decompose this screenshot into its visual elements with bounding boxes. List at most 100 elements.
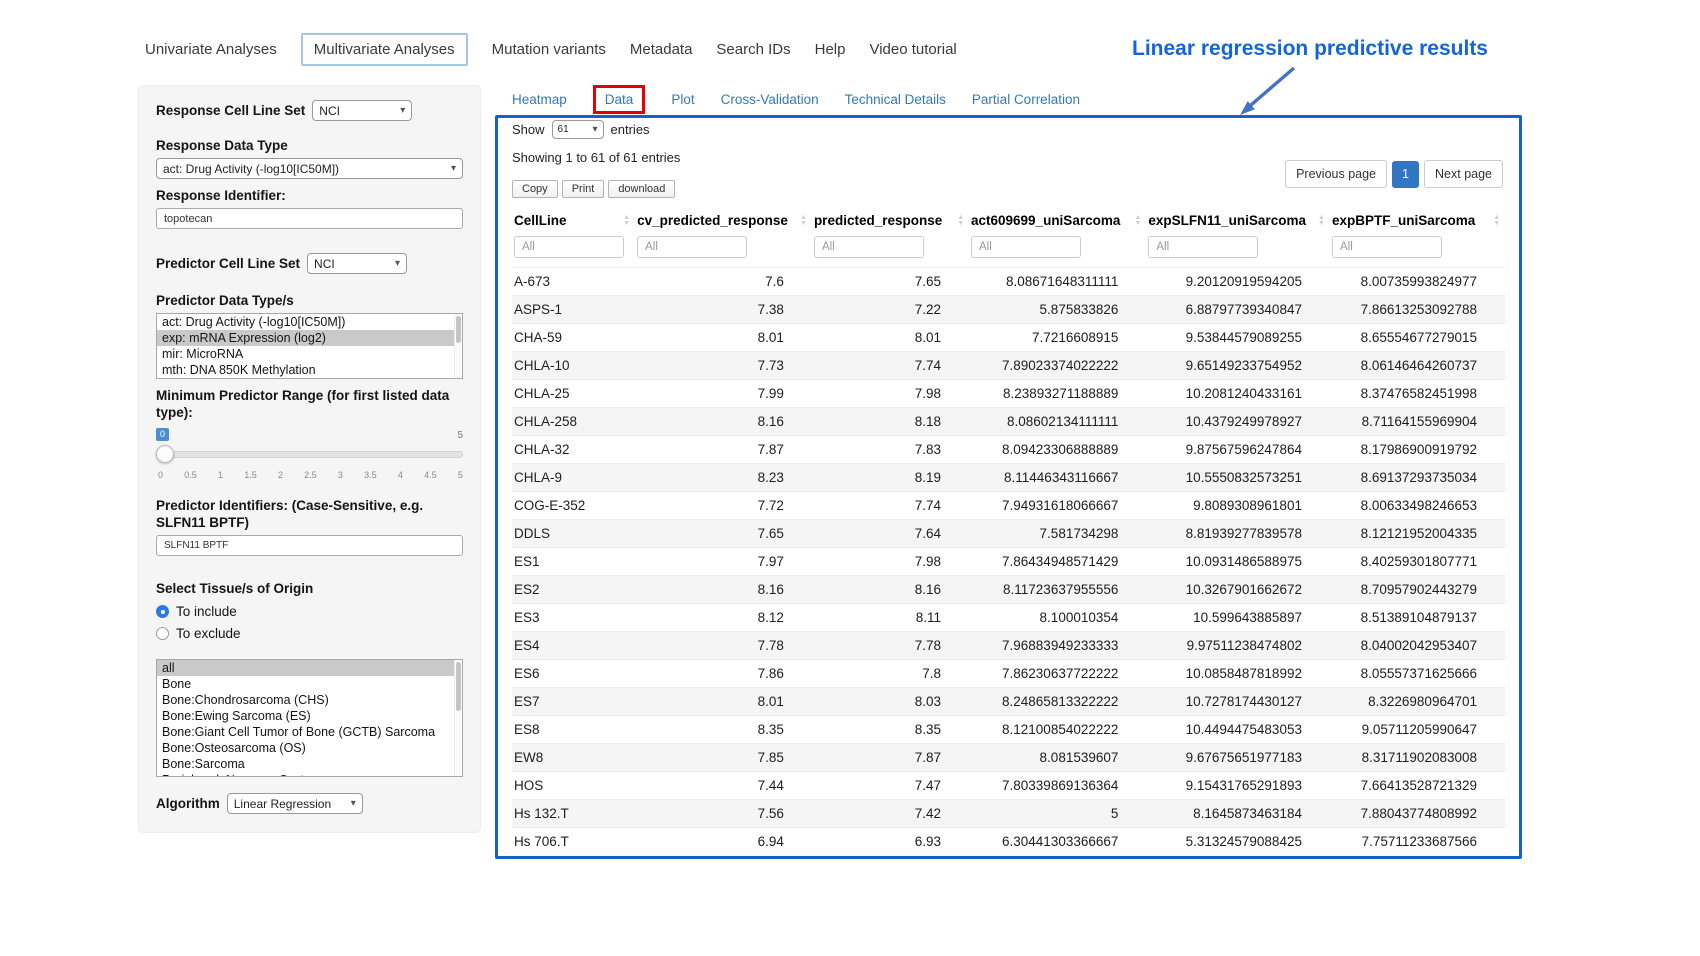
scrollbar[interactable] (454, 660, 462, 776)
top-navigation: Univariate Analyses Multivariate Analyse… (145, 33, 957, 66)
slider-tick-label: 3.5 (364, 470, 377, 480)
cell-cv-predicted-response: 6.94 (635, 828, 812, 856)
sort-icon: ▲▼ (800, 215, 807, 227)
filter-input-expslfn11[interactable] (1148, 236, 1258, 258)
nav-item-multivariate-analyses[interactable]: Multivariate Analyses (301, 33, 468, 66)
cell-expslfn11: 10.4494475483053 (1146, 716, 1330, 744)
list-option[interactable]: exp: mRNA Expression (log2) (157, 330, 462, 346)
cell-predicted-response: 7.74 (812, 352, 969, 380)
nav-item-univariate-analyses[interactable]: Univariate Analyses (145, 41, 277, 58)
scrollbar[interactable] (454, 314, 462, 378)
column-header-expbptf-unisarcoma[interactable]: expBPTF_uniSarcoma ▲▼ (1330, 207, 1505, 234)
response-data-type-select[interactable]: act: Drug Activity (-log10[IC50M]) ▾ (156, 158, 463, 179)
cell-predicted-response: 8.18 (812, 408, 969, 436)
table-row: ES2 8.16 8.16 8.11723637955556 10.326790… (512, 576, 1505, 604)
list-option[interactable]: Bone:Chondrosarcoma (CHS) (157, 692, 462, 708)
tab-plot[interactable]: Plot (671, 92, 694, 107)
nav-item-video-tutorial[interactable]: Video tutorial (869, 41, 956, 58)
cell-cellline: ES7 (512, 688, 635, 716)
list-option[interactable]: all (157, 660, 462, 676)
column-header-cv-predicted-response[interactable]: cv_predicted_response ▲▼ (635, 207, 812, 234)
response-identifier-label: Response Identifier: (156, 187, 463, 204)
nav-item-mutation-variants[interactable]: Mutation variants (492, 41, 606, 58)
predictor-data-types-listbox[interactable]: act: Drug Activity (-log10[IC50M]) exp: … (156, 313, 463, 379)
column-header-expslfn11-unisarcoma[interactable]: expSLFN11_uniSarcoma ▲▼ (1146, 207, 1330, 234)
download-button[interactable]: download (608, 180, 675, 198)
tissue-exclude-radio[interactable]: To exclude (156, 626, 463, 641)
scrollbar-thumb[interactable] (456, 662, 461, 711)
list-option[interactable]: Bone:Osteosarcoma (OS) (157, 740, 462, 756)
predictor-identifiers-input[interactable] (156, 535, 463, 556)
predictor-data-types-label: Predictor Data Type/s (156, 292, 463, 309)
predictor-cell-line-set-select[interactable]: NCI ▾ (307, 253, 407, 274)
scrollbar-thumb[interactable] (456, 316, 461, 343)
tab-heatmap[interactable]: Heatmap (512, 92, 567, 107)
show-entries-row: Show 61 ▾ entries (512, 120, 1505, 139)
response-identifier-input[interactable] (156, 208, 463, 229)
predictor-cell-line-set-label: Predictor Cell Line Set (156, 255, 300, 272)
results-tabs: Heatmap Data Plot Cross-Validation Techn… (512, 84, 1080, 114)
previous-page-button[interactable]: Previous page (1285, 160, 1387, 188)
results-table: CellLine ▲▼ cv_predicted_response ▲▼ pre… (512, 207, 1505, 855)
slider-track[interactable] (156, 451, 463, 458)
slider-handle[interactable] (156, 445, 174, 463)
filter-input-expbptf[interactable] (1332, 236, 1442, 258)
column-header-act609699-unisarcoma[interactable]: act609699_uniSarcoma ▲▼ (969, 207, 1146, 234)
algorithm-select[interactable]: Linear Regression ▾ (227, 793, 363, 814)
filter-input-cv-predicted-response[interactable] (637, 236, 747, 258)
cell-expslfn11: 9.20120919594205 (1146, 268, 1330, 296)
nav-item-help[interactable]: Help (815, 41, 846, 58)
cell-predicted-response: 7.22 (812, 296, 969, 324)
list-option[interactable]: Bone:Sarcoma (157, 756, 462, 772)
list-option[interactable]: mir: MicroRNA (157, 346, 462, 362)
slider-tick-label: 0.5 (184, 470, 197, 480)
cell-expbptf: 7.66413528721329 (1330, 772, 1505, 800)
cell-expslfn11: 10.5550832573251 (1146, 464, 1330, 492)
cell-act609699: 7.89023374022222 (969, 352, 1146, 380)
table-row: EW8 7.85 7.87 8.081539607 9.676756519771… (512, 744, 1505, 772)
list-option[interactable]: mth: DNA 850K Methylation (157, 362, 462, 378)
min-predictor-range-slider[interactable]: 0 5 00.511.522.533.544.55 (156, 443, 463, 487)
list-option[interactable]: Peripheral_Nervous_System (157, 772, 462, 777)
filter-input-cellline[interactable] (514, 236, 624, 258)
nav-item-metadata[interactable]: Metadata (630, 41, 693, 58)
slider-tick-label: 4 (398, 470, 403, 480)
cell-expbptf: 8.17986900919792 (1330, 436, 1505, 464)
response-cell-line-set-select[interactable]: NCI ▾ (312, 100, 412, 121)
list-option[interactable]: Bone:Giant Cell Tumor of Bone (GCTB) Sar… (157, 724, 462, 740)
show-entries-select[interactable]: 61 ▾ (552, 120, 604, 139)
column-header-label: CellLine (514, 213, 567, 228)
chevron-down-icon: ▾ (351, 799, 356, 809)
arrow-down-left-icon (1232, 64, 1302, 119)
page-1-button[interactable]: 1 (1392, 161, 1419, 188)
tab-cross-validation[interactable]: Cross-Validation (721, 92, 819, 107)
next-page-button[interactable]: Next page (1424, 160, 1503, 188)
cell-cellline: ES4 (512, 632, 635, 660)
cell-expbptf: 8.71164155969904 (1330, 408, 1505, 436)
cell-act609699: 8.11446343116667 (969, 464, 1146, 492)
slider-tick-label: 1.5 (244, 470, 257, 480)
slider-tick-label: 1 (218, 470, 223, 480)
print-button[interactable]: Print (562, 180, 605, 198)
copy-button[interactable]: Copy (512, 180, 558, 198)
radio-selected-icon (156, 605, 169, 618)
list-option[interactable]: Bone (157, 676, 462, 692)
tissue-listbox[interactable]: all Bone Bone:Chondrosarcoma (CHS) Bone:… (156, 659, 463, 777)
cell-expslfn11: 10.2081240433161 (1146, 380, 1330, 408)
cell-act609699: 8.08671648311111 (969, 268, 1146, 296)
cell-expbptf: 7.75711233687566 (1330, 828, 1505, 856)
column-header-predicted-response[interactable]: predicted_response ▲▼ (812, 207, 969, 234)
list-option[interactable]: act: Drug Activity (-log10[IC50M]) (157, 314, 462, 330)
cell-cv-predicted-response: 7.44 (635, 772, 812, 800)
cell-cellline: Hs 132.T (512, 800, 635, 828)
tab-technical-details[interactable]: Technical Details (845, 92, 946, 107)
tab-data[interactable]: Data (593, 85, 646, 114)
tissue-include-radio[interactable]: To include (156, 604, 463, 619)
filter-input-predicted-response[interactable] (814, 236, 924, 258)
list-option[interactable]: Bone:Ewing Sarcoma (ES) (157, 708, 462, 724)
filter-input-act609699[interactable] (971, 236, 1081, 258)
nav-item-search-ids[interactable]: Search IDs (716, 41, 790, 58)
tab-partial-correlation[interactable]: Partial Correlation (972, 92, 1080, 107)
column-header-cellline[interactable]: CellLine ▲▼ (512, 207, 635, 234)
sidebar-controls: Response Cell Line Set NCI ▾ Response Da… (138, 85, 481, 833)
